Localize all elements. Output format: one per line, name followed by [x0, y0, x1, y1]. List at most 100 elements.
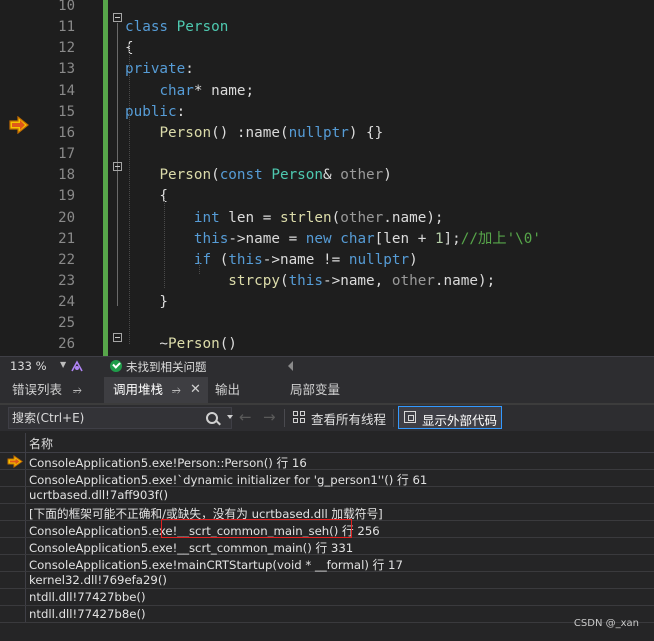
search-input[interactable] [12, 409, 197, 427]
code-line[interactable]: 10 [0, 0, 654, 17]
tab-locals[interactable]: 局部变量 [281, 377, 371, 403]
code-line[interactable]: 20 int len = strlen(other.name); [0, 208, 654, 229]
toolbar-separator [393, 409, 394, 427]
line-number: 19 [58, 188, 75, 205]
line-number: 20 [58, 209, 75, 226]
code-text[interactable]: strcpy(this->name, other.name); [125, 271, 495, 292]
code-line[interactable]: 13 private: [0, 59, 654, 80]
code-text[interactable]: } [125, 292, 168, 313]
tool-window-tabs: 错误列表 ⭌ 调用堆栈 ⭌ ✕ 输出 局部变量 [0, 377, 654, 405]
code-line[interactable]: 12{ [0, 38, 654, 59]
line-number: 21 [58, 230, 75, 247]
call-stack-row[interactable]: ConsoleApplication5.exe!`dynamic initial… [0, 470, 654, 487]
frame-marker-cell [0, 572, 26, 588]
intellicode-icon[interactable] [70, 360, 84, 373]
call-stack-row[interactable]: ConsoleApplication5.exe!mainCRTStartup(v… [0, 555, 654, 572]
zoom-level[interactable]: 133 % [10, 359, 47, 373]
search-next-icon[interactable]: → [263, 408, 276, 426]
frame-name: ConsoleApplication5.exe!mainCRTStartup(v… [29, 558, 403, 572]
frame-marker-cell [0, 555, 26, 571]
call-stack-row[interactable]: ConsoleApplication5.exe!__scrt_common_ma… [0, 538, 654, 555]
call-stack-toolbar: ← → 查看所有线程 显示外部代码 [0, 405, 654, 431]
tab-output[interactable]: 输出 [206, 377, 284, 403]
fold-toggle-dtor[interactable] [113, 333, 122, 342]
frame-marker-cell [0, 606, 26, 622]
external-code-icon [404, 411, 416, 423]
code-text[interactable]: this->name = new char[len + 1];//加上'\0' [125, 229, 541, 250]
frame-name: kernel32.dll!769efa29() [29, 573, 167, 587]
code-text[interactable]: private: [125, 59, 194, 80]
indent-guide [164, 196, 166, 288]
code-line[interactable]: 24 } [0, 292, 654, 313]
close-icon[interactable]: ✕ [190, 377, 201, 403]
code-text[interactable]: ~Person() [125, 334, 237, 355]
pin-icon[interactable]: ⭌ [172, 377, 181, 403]
code-line[interactable]: 11 class Person [0, 17, 654, 38]
line-number: 11 [58, 19, 75, 36]
chevron-down-icon[interactable] [227, 415, 233, 419]
code-text[interactable]: public: [125, 102, 185, 123]
code-line[interactable]: 25 [0, 313, 654, 334]
search-icon[interactable] [206, 412, 218, 424]
code-line[interactable]: 17 [0, 144, 654, 165]
frame-name: ConsoleApplication5.exe!Person::Person()… [29, 456, 307, 470]
frame-name: ucrtbased.dll!7aff903f() [29, 488, 169, 502]
code-line[interactable]: 21 this->name = new char[len + 1];//加上'\… [0, 229, 654, 250]
code-line[interactable]: 19 { [0, 186, 654, 207]
grid-header: 名称 [0, 433, 654, 453]
search-previous-icon[interactable]: ← [239, 408, 252, 426]
pin-icon[interactable]: ⭌ [73, 377, 82, 403]
line-number: 24 [58, 294, 75, 311]
code-line[interactable]: 14 char* name; [0, 81, 654, 102]
call-stack-row[interactable]: ConsoleApplication5.exe!Person::Person()… [0, 453, 654, 470]
tab-call-stack[interactable]: 调用堆栈 ⭌ ✕ [104, 377, 208, 403]
code-text[interactable]: { [125, 186, 168, 207]
frame-marker-cell [0, 589, 26, 605]
fold-toggle-copy-ctor[interactable] [113, 162, 122, 171]
threads-icon [293, 411, 306, 424]
code-text[interactable]: Person(const Person& other) [125, 165, 391, 186]
frame-marker-cell [0, 504, 26, 520]
scroll-left-icon[interactable] [288, 361, 293, 371]
line-number: 25 [58, 315, 75, 332]
issues-status[interactable]: 未找到相关问题 [126, 359, 207, 375]
line-number: 12 [58, 40, 75, 57]
highlight-box [161, 519, 352, 538]
current-statement-arrow-icon [9, 116, 29, 134]
code-text[interactable]: int len = strlen(other.name); [125, 208, 444, 229]
code-line[interactable]: 15 public: [0, 102, 654, 123]
search-box[interactable] [8, 407, 233, 429]
code-text[interactable]: char* name; [125, 81, 254, 102]
tab-error-list[interactable]: 错误列表 ⭌ [3, 377, 101, 403]
frame-name: ConsoleApplication5.exe!__scrt_common_ma… [29, 541, 354, 555]
code-line[interactable]: 22 if (this->name != nullptr) [0, 250, 654, 271]
code-line[interactable]: 18 Person(const Person& other) [0, 165, 654, 186]
line-number: 17 [58, 146, 75, 163]
code-text[interactable]: Person() :name(nullptr) {} [125, 123, 383, 144]
call-stack-row[interactable]: ucrtbased.dll!7aff903f() [0, 487, 654, 504]
code-text[interactable]: class Person [125, 17, 228, 38]
show-external-code-button[interactable]: 显示外部代码 [398, 406, 502, 429]
code-line[interactable]: 26 ~Person() [0, 334, 654, 355]
code-editor[interactable]: 10 11 class Person 12{13 private: 14 char* na… [0, 0, 654, 356]
line-number: 23 [58, 272, 75, 289]
tab-label: 输出 [215, 382, 241, 397]
zoom-dropdown-icon[interactable]: ▼ [60, 360, 66, 369]
code-text[interactable]: if (this->name != nullptr) [125, 250, 418, 271]
fold-toggle-class[interactable] [113, 13, 122, 22]
frame-marker-cell [0, 538, 26, 554]
call-stack-row[interactable]: ntdll.dll!77427bbe() [0, 589, 654, 606]
frame-name: ntdll.dll!77427b8e() [29, 607, 146, 621]
column-header-name[interactable]: 名称 [29, 435, 53, 452]
show-external-code-label: 显示外部代码 [422, 413, 498, 428]
check-circle-icon [110, 360, 122, 372]
call-stack-row[interactable]: ntdll.dll!77427b8e() [0, 606, 654, 623]
call-stack-row[interactable]: kernel32.dll!769efa29() [0, 572, 654, 589]
view-all-threads-button[interactable]: 查看所有线程 [311, 409, 386, 428]
code-line[interactable]: 23 strcpy(this->name, other.name); [0, 271, 654, 292]
frame-marker-cell [0, 521, 26, 537]
tool-window: 错误列表 ⭌ 调用堆栈 ⭌ ✕ 输出 局部变量 ← → 查看所有线程 [0, 377, 654, 641]
watermark: CSDN @_xan [573, 618, 639, 629]
code-line[interactable]: 16 Person() :name(nullptr) {} [0, 123, 654, 144]
line-number: 26 [58, 336, 75, 353]
